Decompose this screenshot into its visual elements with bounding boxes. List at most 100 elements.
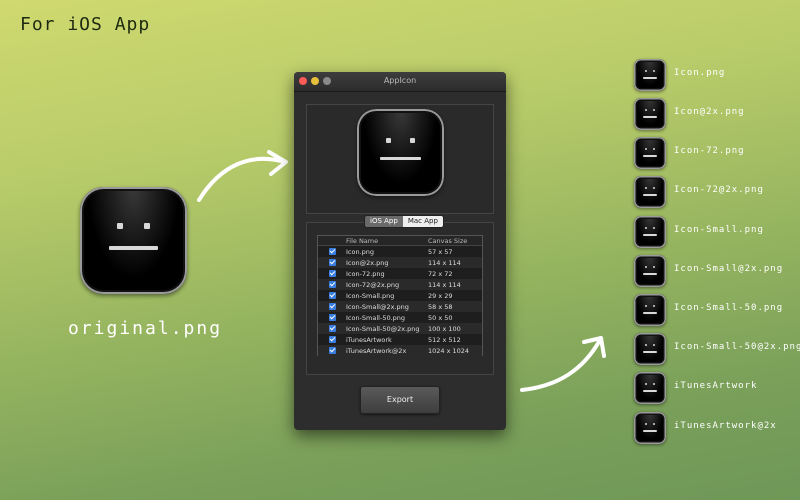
icon-eye-left (645, 187, 647, 189)
icon-eye-right (653, 266, 655, 268)
segment-ios-app[interactable]: iOS App (365, 216, 403, 227)
file-table: File Name Canvas Size Icon.png 57 x 57 Ic… (317, 235, 483, 356)
file-name-cell: Icon@2x.png (346, 258, 389, 267)
canvas-size-cell: 50 x 50 (428, 313, 453, 322)
canvas-size-cell: 72 x 72 (428, 269, 453, 278)
arrow-to-outputs-icon (520, 336, 606, 392)
icon-mouth (643, 234, 657, 236)
output-filename: Icon.png (674, 68, 726, 78)
include-checkbox[interactable] (329, 336, 336, 343)
output-icon (634, 98, 666, 130)
platform-segmented-control: iOS App Mac App (364, 215, 444, 228)
icon-eye-left (386, 138, 391, 143)
icon-eye-right (144, 223, 150, 229)
table-row[interactable]: Icon-72.png 72 x 72 (318, 268, 482, 279)
icon-mouth (643, 390, 657, 392)
icon-mouth (643, 194, 657, 196)
canvas-size-cell: 114 x 114 (428, 280, 461, 289)
canvas-size-cell: 29 x 29 (428, 291, 453, 300)
window-titlebar[interactable]: AppIcon (294, 72, 506, 92)
include-checkbox[interactable] (329, 347, 336, 354)
page-heading: For iOS App (20, 14, 151, 35)
output-item: iTunesArtwork (634, 372, 794, 404)
output-filename: Icon-72.png (674, 146, 745, 156)
output-icon (634, 372, 666, 404)
output-filename: iTunesArtwork@2x (674, 421, 777, 431)
canvas-size-cell: 57 x 57 (428, 247, 453, 256)
output-icon (634, 216, 666, 248)
icon-eye-right (653, 305, 655, 307)
icon-mouth (643, 273, 657, 275)
output-filename: Icon-72@2x.png (674, 185, 764, 195)
icon-eye-left (645, 148, 647, 150)
icon-eye-right (653, 423, 655, 425)
icon-eye-left (645, 227, 647, 229)
table-row[interactable]: Icon-Small-50@2x.png 100 x 100 (318, 323, 482, 334)
icon-eye-right (653, 344, 655, 346)
table-row[interactable]: iTunesArtwork@2x 1024 x 1024 (318, 345, 482, 356)
table-row[interactable]: Icon-Small@2x.png 58 x 58 (318, 301, 482, 312)
include-checkbox[interactable] (329, 281, 336, 288)
icon-eye-right (653, 227, 655, 229)
table-row[interactable]: Icon-Small.png 29 x 29 (318, 290, 482, 301)
output-filename: Icon@2x.png (674, 107, 745, 117)
checkbox-column-header[interactable] (318, 236, 346, 245)
appicon-window: AppIcon iOS App Mac App File Name Canvas… (294, 72, 506, 430)
file-name-cell: Icon-Small.png (346, 291, 395, 300)
file-name-cell: iTunesArtwork@2x (346, 346, 407, 355)
include-checkbox[interactable] (329, 248, 336, 255)
output-item: Icon-72@2x.png (634, 176, 794, 208)
window-title: AppIcon (383, 76, 417, 85)
include-checkbox[interactable] (329, 303, 336, 310)
table-row[interactable]: Icon-Small-50.png 50 x 50 (318, 312, 482, 323)
output-item: Icon-72.png (634, 137, 794, 169)
segment-mac-app[interactable]: Mac App (402, 216, 443, 227)
icon-eye-right (653, 109, 655, 111)
icon-mouth (643, 430, 657, 432)
output-filename: Icon-Small-50@2x.png (674, 342, 800, 352)
file-name-cell: iTunesArtwork (346, 335, 392, 344)
table-row[interactable]: iTunesArtwork 512 x 512 (318, 334, 482, 345)
column-file-name[interactable]: File Name (346, 236, 428, 245)
output-item: Icon-Small-50@2x.png (634, 333, 800, 365)
canvas-size-cell: 58 x 58 (428, 302, 453, 311)
icon-mouth (643, 155, 657, 157)
output-item: Icon.png (634, 59, 794, 91)
icon-eye-left (645, 383, 647, 385)
icon-mouth (380, 157, 421, 160)
table-row[interactable]: Icon@2x.png 114 x 114 (318, 257, 482, 268)
output-filename: Icon-Small@2x.png (674, 264, 784, 274)
column-canvas-size[interactable]: Canvas Size (428, 236, 467, 245)
include-checkbox[interactable] (329, 259, 336, 266)
table-row[interactable]: Icon-72@2x.png 114 x 114 (318, 279, 482, 290)
include-checkbox[interactable] (329, 314, 336, 321)
icon-eye-left (645, 70, 647, 72)
file-name-cell: Icon-Small@2x.png (346, 302, 409, 311)
file-name-cell: Icon-Small-50.png (346, 313, 406, 322)
icon-mouth (643, 116, 657, 118)
export-button[interactable]: Export (360, 386, 440, 414)
table-row[interactable]: Icon.png 57 x 57 (318, 246, 482, 257)
include-checkbox[interactable] (329, 325, 336, 332)
original-icon (80, 187, 187, 294)
canvas-size-cell: 512 x 512 (428, 335, 461, 344)
icon-mouth (109, 246, 158, 250)
icon-mouth (643, 312, 657, 314)
output-icon (634, 255, 666, 287)
table-header: File Name Canvas Size (318, 236, 482, 246)
icon-eye-right (653, 148, 655, 150)
output-icon (634, 294, 666, 326)
icon-eye-right (653, 383, 655, 385)
canvas-size-cell: 100 x 100 (428, 324, 461, 333)
include-checkbox[interactable] (329, 292, 336, 299)
include-checkbox[interactable] (329, 270, 336, 277)
icon-eye-left (645, 109, 647, 111)
canvas-size-cell: 1024 x 1024 (428, 346, 470, 355)
output-item: iTunesArtwork@2x (634, 412, 794, 444)
icon-eye-left (645, 305, 647, 307)
output-item: Icon-Small.png (634, 216, 794, 248)
icon-eye-left (645, 344, 647, 346)
output-icon (634, 176, 666, 208)
canvas-size-cell: 114 x 114 (428, 258, 461, 267)
icon-eye-right (653, 70, 655, 72)
